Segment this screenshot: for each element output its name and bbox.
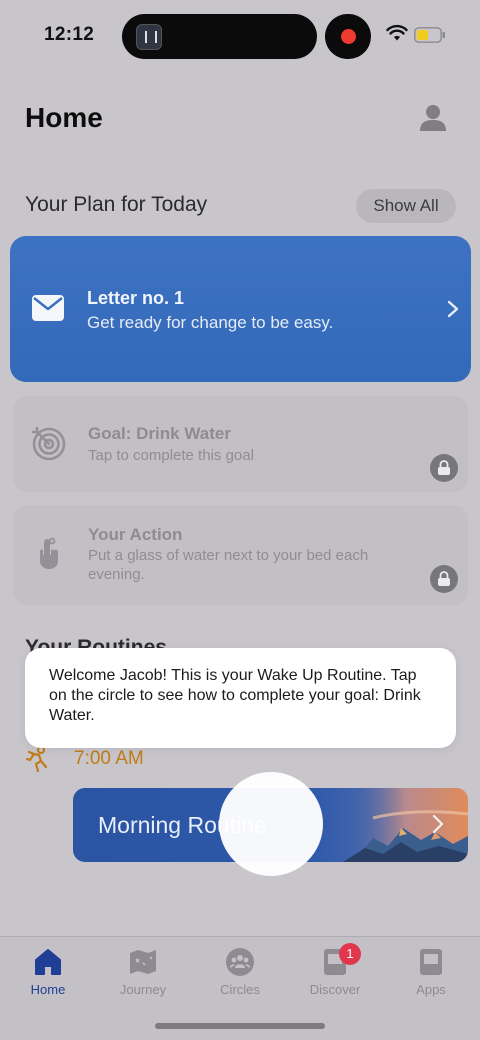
wifi-icon: [386, 24, 408, 41]
home-icon: [35, 949, 61, 975]
goal-card[interactable]: Goal: Drink Water Tap to complete this g…: [13, 396, 468, 492]
action-card[interactable]: Your Action Put a glass of water next to…: [13, 505, 468, 605]
routine-spotlight-circle[interactable]: [219, 772, 323, 876]
person-icon[interactable]: [418, 103, 448, 133]
tab-home[interactable]: Home: [8, 947, 88, 997]
finger-string-icon: [40, 537, 58, 569]
status-time: 12:12: [44, 24, 95, 45]
letter-card[interactable]: Letter no. 1 Get ready for change to be …: [10, 236, 471, 382]
goal-title: Goal: Drink Water: [88, 424, 231, 443]
tab-label: Journey: [119, 982, 167, 997]
target-icon: [31, 426, 66, 461]
notification-badge: 1: [339, 943, 361, 965]
goal-subtitle: Tap to complete this goal: [88, 447, 254, 464]
screen-recording-indicator: [325, 14, 371, 59]
sunrise-figure-icon: [25, 746, 48, 773]
chevron-right-icon: [432, 814, 444, 834]
plan-heading: Your Plan for Today: [25, 193, 208, 216]
chevron-right-icon: [447, 300, 459, 318]
onboarding-tooltip: Welcome Jacob! This is your Wake Up Rout…: [25, 648, 456, 748]
record-dot-icon: [341, 29, 356, 44]
group-icon: [226, 948, 254, 976]
tab-label: Home: [30, 982, 66, 997]
tooltip-text: Welcome Jacob! This is your Wake Up Rout…: [49, 667, 421, 724]
action-title: Your Action: [88, 525, 183, 544]
tab-label: Circles: [220, 982, 260, 997]
tab-apps[interactable]: Apps: [391, 947, 471, 997]
map-icon: [130, 950, 156, 974]
letter-subtitle: Get ready for change to be easy.: [87, 313, 334, 332]
envelope-icon: [32, 295, 64, 321]
tab-discover[interactable]: 1 Discover: [295, 943, 375, 997]
show-all-button[interactable]: Show All: [356, 189, 456, 223]
tab-circles[interactable]: Circles: [200, 947, 280, 997]
tab-journey[interactable]: Journey: [103, 947, 183, 997]
lock-icon: [430, 454, 458, 482]
app-thumbnail-icon: [136, 24, 162, 50]
landscape-illustration: [343, 788, 468, 862]
tab-label: Apps: [416, 982, 446, 997]
lock-icon: [430, 565, 458, 593]
dynamic-island: [122, 14, 317, 59]
letter-title: Letter no. 1: [87, 288, 185, 308]
battery-icon: [414, 27, 445, 43]
home-indicator[interactable]: [155, 1023, 325, 1029]
page-title: Home: [25, 102, 103, 133]
routine-time: 7:00 AM: [74, 748, 144, 769]
action-subtitle: Put a glass of water next to your bed ea…: [88, 547, 369, 583]
apps-icon: [420, 949, 442, 975]
tab-label: Discover: [309, 982, 361, 997]
